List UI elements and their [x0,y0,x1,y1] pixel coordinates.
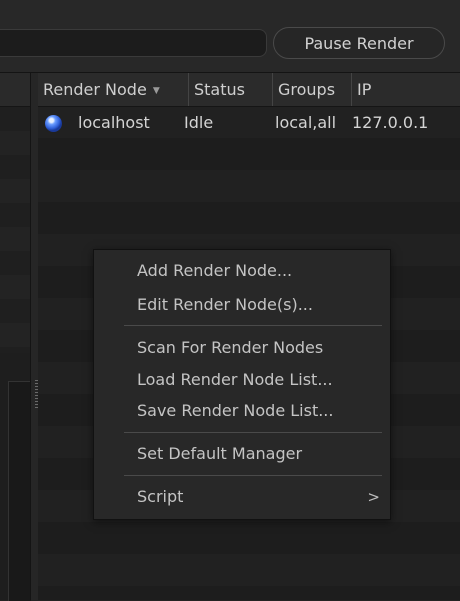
left-panel-lower [8,381,31,601]
menu-separator [124,432,382,433]
column-header-label: Render Node [43,80,147,99]
node-groups: local,all [275,113,337,132]
table-row[interactable]: localhost Idle local,all 127.0.0.1 [38,107,460,139]
menu-item-set-default-manager[interactable]: Set Default Manager [94,441,390,467]
menu-item-add-render-node[interactable]: Add Render Node... [94,258,390,284]
table-header: Render Node ▼ Status Groups IP [38,73,460,107]
column-header-render-node[interactable]: Render Node ▼ [38,73,189,106]
blue-sphere-icon [45,115,62,132]
menu-item-scan-for-render-nodes[interactable]: Scan For Render Nodes [94,335,390,361]
chevron-right-icon: > [367,488,380,506]
menu-item-script[interactable]: Script > [94,484,390,510]
left-panel-list[interactable] [0,107,30,353]
sort-descending-icon: ▼ [152,86,160,96]
menu-item-edit-render-nodes[interactable]: Edit Render Node(s)... [94,292,390,318]
column-header-groups[interactable]: Groups [273,73,352,106]
column-header-status[interactable]: Status [189,73,273,106]
panel-divider [30,73,38,600]
context-menu: Add Render Node... Edit Render Node(s)..… [93,249,391,520]
node-status: Idle [184,113,214,132]
menu-item-label: Script [137,487,184,506]
left-panel [0,73,31,601]
menu-item-save-render-node-list[interactable]: Save Render Node List... [94,398,390,424]
menu-separator [124,475,382,476]
menu-separator [124,325,382,326]
menu-item-load-render-node-list[interactable]: Load Render Node List... [94,367,390,393]
left-panel-header [0,73,30,107]
search-input[interactable] [0,29,267,57]
node-ip: 127.0.0.1 [352,113,429,132]
column-header-ip[interactable]: IP [352,73,460,106]
toolbar: Pause Render [0,0,460,73]
pause-render-button[interactable]: Pause Render [273,27,445,59]
node-name: localhost [78,113,150,132]
